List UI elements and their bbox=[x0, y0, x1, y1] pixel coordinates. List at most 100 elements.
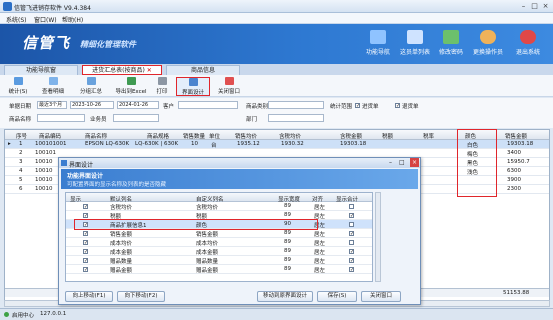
config-row[interactable]: ✓ 含税均价 含税均价 89 居左 bbox=[66, 202, 372, 211]
custom-name[interactable]: 成本均价 bbox=[196, 239, 218, 247]
show-checkbox[interactable]: ✓ bbox=[83, 231, 88, 237]
col-qty[interactable]: 销售数量 bbox=[183, 132, 205, 140]
stats-button[interactable]: 统计(S) bbox=[6, 77, 30, 96]
color-column-highlight bbox=[457, 129, 497, 197]
tab-nav[interactable]: 功能导航窗 bbox=[4, 65, 78, 75]
config-row[interactable]: ✓ 赠品数量 赠品数量 89 居左 ✓ bbox=[66, 256, 372, 265]
customer-input[interactable] bbox=[178, 101, 238, 109]
date-from-input[interactable]: 2023-10-26 bbox=[70, 101, 114, 109]
date-range-select[interactable]: 最近3个月 bbox=[37, 101, 67, 109]
total-checkbox[interactable]: ✓ bbox=[349, 258, 354, 264]
return-checkbox[interactable]: ✓ bbox=[395, 103, 400, 109]
custom-name[interactable]: 销售金额 bbox=[196, 230, 218, 238]
config-row[interactable]: ✓ 成本金额 成本金额 89 居左 ✓ bbox=[66, 247, 372, 256]
total-checkbox[interactable] bbox=[349, 204, 354, 209]
tab-purchase-summary[interactable]: 进货汇总表(按商品) ✕ bbox=[82, 65, 162, 75]
config-row[interactable]: ✓ 成本均价 成本均价 89 居左 bbox=[66, 238, 372, 247]
move-up-button[interactable]: 向上移动(F1) bbox=[65, 291, 113, 302]
cell-total: 19303.18 bbox=[507, 141, 534, 147]
col-name[interactable]: 商品名称 bbox=[85, 132, 107, 140]
col-unit[interactable]: 单位 bbox=[209, 132, 220, 140]
custom-name[interactable]: 赠品金额 bbox=[196, 266, 218, 274]
save-button[interactable]: 保存(S) bbox=[317, 291, 357, 302]
config-row[interactable]: ✓ 赠品金额 赠品金额 89 居左 ✓ bbox=[66, 265, 372, 274]
col-no[interactable]: 序号 bbox=[16, 132, 27, 140]
width-value[interactable]: 89 bbox=[284, 239, 291, 245]
custom-name[interactable]: 赠品数量 bbox=[196, 257, 218, 265]
group-summary-button[interactable]: 分组汇总 bbox=[76, 77, 106, 96]
total-checkbox[interactable]: ✓ bbox=[349, 249, 354, 255]
move-down-button[interactable]: 向下移动(F2) bbox=[117, 291, 165, 302]
col-rate[interactable]: 税率 bbox=[423, 132, 434, 140]
export-excel-button[interactable]: 导出到Excel bbox=[113, 77, 149, 96]
width-value[interactable]: 89 bbox=[284, 212, 291, 218]
dialog-close-icon[interactable]: × bbox=[410, 158, 419, 167]
power-icon bbox=[520, 30, 536, 44]
col-tax[interactable]: 税额 bbox=[382, 132, 393, 140]
category-input[interactable] bbox=[268, 101, 324, 109]
dialog-maximize-icon[interactable]: □ bbox=[399, 159, 405, 166]
purchase-checkbox[interactable]: ✓ bbox=[355, 103, 360, 109]
close-dialog-button[interactable]: 关闭窗口 bbox=[361, 291, 401, 302]
col-taxprice[interactable]: 含税均价 bbox=[279, 132, 301, 140]
restore-default-button[interactable]: 移动到原界面设计 bbox=[257, 291, 313, 302]
product-name-input[interactable] bbox=[37, 114, 85, 122]
dialog-minimize-icon[interactable]: – bbox=[389, 159, 392, 166]
align-value[interactable]: 居左 bbox=[314, 257, 325, 265]
total-checkbox[interactable] bbox=[349, 222, 354, 227]
filter-panel: 单据日期 最近3个月 2023-10-26 2024-01-26 客户 商品类别… bbox=[0, 98, 553, 128]
maximize-icon[interactable]: □ bbox=[530, 2, 539, 10]
align-value[interactable]: 居左 bbox=[314, 248, 325, 256]
align-value[interactable]: 居左 bbox=[314, 266, 325, 274]
close-window-button[interactable]: 关闭窗口 bbox=[216, 77, 242, 96]
col-code[interactable]: 商品编码 bbox=[39, 132, 61, 140]
default-name: 含税均价 bbox=[110, 205, 133, 211]
total-checkbox[interactable]: ✓ bbox=[349, 213, 354, 219]
col-spec[interactable]: 商品规格 bbox=[147, 132, 169, 140]
ui-design-button[interactable]: 界面设计 bbox=[176, 77, 210, 96]
width-value[interactable]: 89 bbox=[284, 248, 291, 254]
close-icon[interactable]: × bbox=[541, 2, 550, 10]
config-row[interactable]: ✓ 销售金额 销售金额 89 居左 ✓ bbox=[66, 229, 372, 238]
width-value[interactable]: 89 bbox=[284, 257, 291, 263]
align-value[interactable]: 居左 bbox=[314, 203, 325, 211]
custom-name[interactable]: 成本金额 bbox=[196, 248, 218, 256]
dept-label: 部门 bbox=[246, 117, 258, 123]
total-checkbox[interactable] bbox=[349, 240, 354, 245]
cell-code: 100101 bbox=[35, 150, 56, 156]
width-value[interactable]: 89 bbox=[284, 203, 291, 209]
column-config-table[interactable]: 显示 默认列名 自定义列名 显示宽度 对齐 显示合计 ✓ 含税均价 含税均价 8… bbox=[65, 192, 373, 282]
col-price[interactable]: 销售均价 bbox=[235, 132, 257, 140]
date-to-input[interactable]: 2024-01-26 bbox=[117, 101, 159, 109]
width-value[interactable]: 89 bbox=[284, 230, 291, 236]
total-checkbox[interactable]: ✓ bbox=[349, 267, 354, 273]
col-amount[interactable]: 含税金额 bbox=[340, 132, 362, 140]
show-checkbox[interactable]: ✓ bbox=[83, 204, 88, 210]
show-checkbox[interactable]: ✓ bbox=[83, 240, 88, 246]
menu-window[interactable]: 窗口(W) bbox=[34, 15, 57, 24]
tab-product-info[interactable]: 商品信息 bbox=[166, 65, 240, 75]
cell-code: 10010 bbox=[35, 186, 53, 192]
show-checkbox[interactable]: ✓ bbox=[83, 267, 88, 273]
show-checkbox[interactable]: ✓ bbox=[83, 258, 88, 264]
show-checkbox[interactable]: ✓ bbox=[83, 213, 88, 219]
menu-help[interactable]: 帮助(H) bbox=[62, 15, 83, 24]
tab-close-icon[interactable]: ✕ bbox=[147, 67, 152, 74]
width-value[interactable]: 89 bbox=[284, 266, 291, 272]
default-name: 销售金额 bbox=[110, 232, 133, 238]
salesperson-input[interactable] bbox=[113, 114, 159, 122]
exit-button[interactable]: 退出系统 bbox=[505, 28, 551, 62]
align-value[interactable]: 居左 bbox=[314, 239, 325, 247]
total-checkbox[interactable]: ✓ bbox=[349, 231, 354, 237]
print-button[interactable]: 打印 bbox=[154, 77, 170, 96]
dept-input[interactable] bbox=[268, 114, 324, 122]
show-checkbox[interactable]: ✓ bbox=[83, 249, 88, 255]
col-total[interactable]: 销售金额 bbox=[505, 132, 527, 140]
menu-system[interactable]: 系统(S) bbox=[6, 15, 27, 24]
align-value[interactable]: 居左 bbox=[314, 230, 325, 238]
minimize-icon[interactable]: – bbox=[519, 2, 528, 10]
custom-name[interactable]: 含税均价 bbox=[196, 203, 218, 211]
dialog-scrollbar[interactable] bbox=[375, 192, 381, 282]
detail-button[interactable]: 查看明细 bbox=[40, 77, 66, 96]
cell-name: EPSON LQ-630K bbox=[85, 141, 130, 147]
